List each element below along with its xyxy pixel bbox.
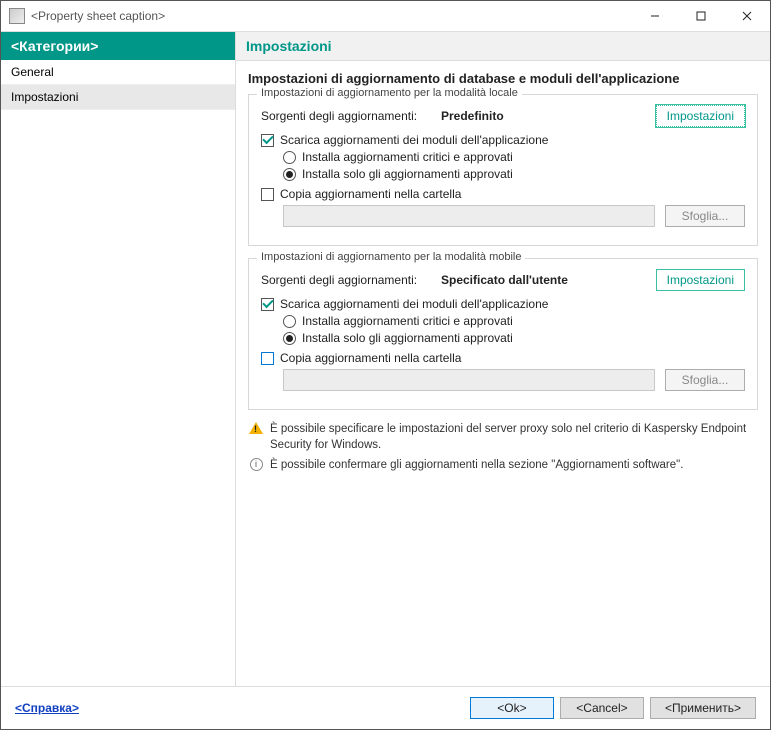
radio-icon xyxy=(283,151,296,164)
content: Impostazioni Impostazioni di aggiornamen… xyxy=(236,32,770,686)
sidebar-item-label: Impostazioni xyxy=(11,90,78,104)
section-title: Impostazioni di aggiornamento di databas… xyxy=(248,71,758,86)
sidebar: <Категории> General Impostazioni xyxy=(1,32,236,686)
app-icon xyxy=(9,8,25,24)
local-folder-input[interactable] xyxy=(283,205,655,227)
group-mobile-legend: Impostazioni di aggiornamento per la mod… xyxy=(257,251,525,263)
radio-label: Installa aggiornamenti critici e approva… xyxy=(302,150,513,164)
info-icon: i xyxy=(248,458,264,474)
checkbox-label: Scarica aggiornamenti dei moduli dell'ap… xyxy=(280,133,548,147)
mobile-folder-input[interactable] xyxy=(283,369,655,391)
local-browse-button[interactable]: Sfoglia... xyxy=(665,205,745,227)
sources-value: Specificato dall'utente xyxy=(441,273,568,287)
minimize-button[interactable] xyxy=(632,1,678,31)
mobile-radio-approved[interactable]: Installa solo gli aggiornamenti approvat… xyxy=(283,331,745,345)
apply-button[interactable]: <Применить> xyxy=(650,697,756,719)
radio-label: Installa solo gli aggiornamenti approvat… xyxy=(302,331,513,345)
property-sheet-window: <Property sheet caption> <Категории> Gen… xyxy=(0,0,771,730)
info-text: È possibile confermare gli aggiornamenti… xyxy=(270,458,683,474)
sources-label: Sorgenti degli aggiornamenti: xyxy=(261,273,441,287)
content-body: Impostazioni di aggiornamento di databas… xyxy=(236,61,770,489)
checkbox-label: Scarica aggiornamenti dei moduli dell'ap… xyxy=(280,297,548,311)
local-settings-button[interactable]: Impostazioni xyxy=(656,105,745,127)
group-mobile: Impostazioni di aggiornamento per la mod… xyxy=(248,258,758,410)
radio-icon xyxy=(283,168,296,181)
sidebar-item-general[interactable]: General xyxy=(1,60,235,85)
sources-value: Predefinito xyxy=(441,109,504,123)
info-note: i È possibile confermare gli aggiornamen… xyxy=(248,458,758,474)
mobile-copy-checkbox[interactable]: Copia aggiornamenti nella cartella xyxy=(261,351,745,365)
checkbox-icon xyxy=(261,352,274,365)
mobile-radio-critical[interactable]: Installa aggiornamenti critici e approva… xyxy=(283,314,745,328)
checkbox-icon xyxy=(261,188,274,201)
titlebar: <Property sheet caption> xyxy=(1,1,770,31)
warning-icon xyxy=(248,422,264,453)
content-header: Impostazioni xyxy=(236,32,770,61)
window-title: <Property sheet caption> xyxy=(31,9,632,23)
radio-label: Installa aggiornamenti critici e approva… xyxy=(302,314,513,328)
checkbox-label: Copia aggiornamenti nella cartella xyxy=(280,351,461,365)
mobile-browse-button[interactable]: Sfoglia... xyxy=(665,369,745,391)
local-radio-critical[interactable]: Installa aggiornamenti critici e approva… xyxy=(283,150,745,164)
ok-button[interactable]: <Ok> xyxy=(470,697,554,719)
local-copy-checkbox[interactable]: Copia aggiornamenti nella cartella xyxy=(261,187,745,201)
radio-label: Installa solo gli aggiornamenti approvat… xyxy=(302,167,513,181)
sidebar-item-impostazioni[interactable]: Impostazioni xyxy=(1,85,235,110)
help-link[interactable]: <Справка> xyxy=(15,701,79,715)
warning-text: È possibile specificare le impostazioni … xyxy=(270,422,758,453)
checkbox-label: Copia aggiornamenti nella cartella xyxy=(280,187,461,201)
local-radio-approved[interactable]: Installa solo gli aggiornamenti approvat… xyxy=(283,167,745,181)
group-local: Impostazioni di aggiornamento per la mod… xyxy=(248,94,758,246)
footer: <Справка> <Ok> <Cancel> <Применить> xyxy=(1,686,770,729)
sidebar-header: <Категории> xyxy=(1,32,235,60)
checkbox-icon xyxy=(261,134,274,147)
sidebar-item-label: General xyxy=(11,65,54,79)
cancel-button[interactable]: <Cancel> xyxy=(560,697,644,719)
maximize-button[interactable] xyxy=(678,1,724,31)
checkbox-icon xyxy=(261,298,274,311)
proxy-warning: È possibile specificare le impostazioni … xyxy=(248,422,758,453)
local-download-checkbox[interactable]: Scarica aggiornamenti dei moduli dell'ap… xyxy=(261,133,745,147)
group-local-legend: Impostazioni di aggiornamento per la mod… xyxy=(257,87,522,99)
body: <Категории> General Impostazioni Imposta… xyxy=(1,31,770,686)
radio-icon xyxy=(283,315,296,328)
mobile-download-checkbox[interactable]: Scarica aggiornamenti dei moduli dell'ap… xyxy=(261,297,745,311)
close-button[interactable] xyxy=(724,1,770,31)
mobile-settings-button[interactable]: Impostazioni xyxy=(656,269,745,291)
sources-label: Sorgenti degli aggiornamenti: xyxy=(261,109,441,123)
radio-icon xyxy=(283,332,296,345)
